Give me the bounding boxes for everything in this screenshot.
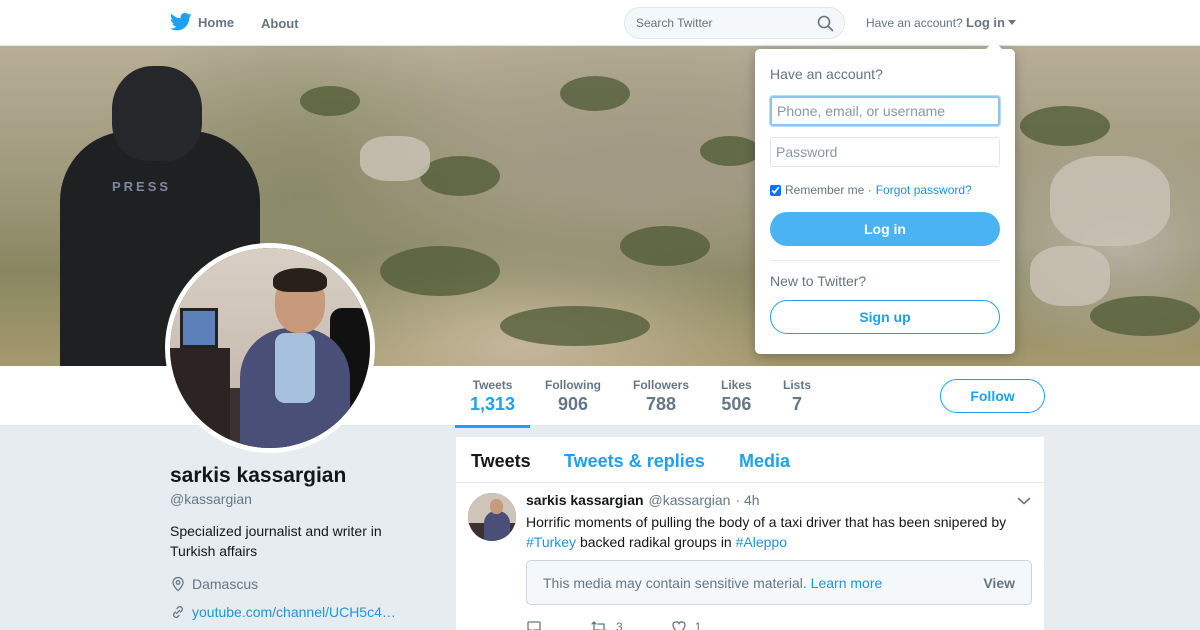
stat-label: Lists (783, 378, 812, 392)
stat-label: Followers (633, 378, 690, 392)
nav-home-link[interactable]: Home (170, 12, 234, 32)
banner-shrub (1020, 106, 1110, 146)
top-navbar: Home About Have an account? Log in (0, 0, 1200, 46)
banner-rock (1050, 156, 1170, 246)
stat-label: Following (545, 378, 601, 392)
tweet-timestamp[interactable]: · 4h (735, 492, 759, 508)
tweet-author-name[interactable]: sarkis kassargian (526, 492, 644, 508)
remember-me-checkbox[interactable] (770, 184, 781, 196)
search-box (624, 7, 845, 39)
retweet-icon (591, 621, 607, 630)
sensitive-media-message: This media may contain sensitive materia… (543, 575, 882, 591)
signup-button[interactable]: Sign up (770, 300, 1000, 334)
profile-avatar[interactable] (165, 243, 375, 453)
tweet-avatar[interactable] (468, 493, 516, 541)
retweet-count: 3 (616, 620, 623, 630)
tab-tweets-replies[interactable]: Tweets & replies (564, 451, 705, 472)
press-vest-text: PRESS (112, 179, 172, 194)
profile-bio: Specialized journalist and writer in Tur… (170, 523, 382, 559)
username-field[interactable] (770, 96, 1000, 126)
stat-following[interactable]: Following 906 (545, 378, 601, 415)
learn-more-link[interactable]: Learn more (811, 575, 883, 591)
link-icon (173, 606, 183, 618)
tweet-text-part: Horrific moments of pulling the body of … (526, 514, 1007, 530)
retweet-action[interactable]: 3 (590, 619, 623, 630)
banner-shrub (420, 156, 500, 196)
banner-soldier-helmet (112, 66, 202, 161)
profile-name[interactable]: sarkis kassargian (170, 464, 346, 488)
banner-shrub (560, 76, 630, 111)
forgot-password-link[interactable]: Forgot password? (876, 183, 972, 197)
tweet-author-handle[interactable]: @kassargian (649, 492, 731, 508)
caret-down-icon (1008, 20, 1016, 25)
nav-home-label: Home (198, 14, 235, 30)
stat-value: 506 (721, 394, 752, 414)
heart-icon (672, 621, 686, 630)
banner-rock (360, 136, 430, 181)
twitter-bird-icon (170, 12, 192, 31)
tab-media[interactable]: Media (739, 451, 790, 472)
login-button[interactable]: Log in (770, 212, 1000, 246)
tweet-text-part: backed radikal groups in (579, 534, 732, 550)
tweet-text: Horrific moments of pulling the body of … (526, 512, 1026, 552)
stat-likes[interactable]: Likes 506 (721, 378, 752, 415)
profile-url[interactable]: youtube.com/channel/UCH5c4… (170, 604, 396, 620)
dropdown-divider (770, 260, 1000, 261)
chevron-down-icon[interactable] (1017, 496, 1031, 506)
reply-action[interactable] (526, 619, 542, 630)
stat-lists[interactable]: Lists 7 (783, 378, 811, 415)
stat-value: 7 (792, 394, 803, 414)
banner-shrub (620, 226, 710, 266)
banner-shrub (300, 86, 360, 116)
stat-value: 906 (557, 394, 589, 414)
follow-button[interactable]: Follow (940, 379, 1045, 413)
nav-about-link[interactable]: About (261, 16, 299, 31)
tweet-header: sarkis kassargian @kassargian · 4h (526, 492, 760, 508)
location-pin-icon (172, 576, 184, 592)
password-field[interactable] (770, 137, 1000, 167)
profile-location: Damascus (170, 576, 258, 592)
have-account-text: Have an account? (866, 16, 963, 30)
dropdown-arrow (986, 41, 1002, 49)
banner-rock (1030, 246, 1110, 306)
login-dropdown-title: Have an account? (770, 66, 883, 82)
reply-icon (527, 621, 541, 630)
stat-tweets[interactable]: Tweets 1,313 (454, 378, 531, 428)
remember-me-label[interactable]: Remember me · (785, 183, 872, 197)
banner-shrub (500, 306, 650, 346)
like-action[interactable]: 1 (671, 619, 702, 630)
new-to-twitter-text: New to Twitter? (770, 273, 867, 289)
search-icon[interactable] (817, 15, 834, 32)
stat-followers[interactable]: Followers 788 (633, 378, 689, 415)
remember-me-row: Remember me · Forgot password? (770, 183, 972, 197)
login-toggle-label: Log in (966, 15, 1005, 30)
search-input[interactable] (636, 8, 816, 38)
login-dropdown-toggle[interactable]: Log in (966, 15, 1016, 30)
profile-url-text[interactable]: youtube.com/channel/UCH5c4… (192, 604, 396, 620)
stat-label: Likes (721, 378, 752, 392)
tab-tweets[interactable]: Tweets (471, 451, 531, 472)
stat-label: Tweets (472, 378, 513, 392)
like-count: 1 (694, 620, 702, 630)
stat-value: 788 (645, 394, 677, 414)
banner-shrub (700, 136, 760, 166)
stat-value: 1,313 (470, 394, 516, 414)
hashtag-link[interactable]: #Aleppo (736, 534, 787, 550)
banner-shrub (380, 246, 500, 296)
banner-shrub (1090, 296, 1200, 336)
tweet-actions: 3 1 (526, 619, 749, 630)
view-media-button[interactable]: View (983, 575, 1015, 591)
sensitive-media-text: This media may contain sensitive materia… (543, 575, 807, 591)
timeline-tabs: Tweets Tweets & replies Media (456, 437, 1044, 483)
hashtag-link[interactable]: #Turkey (526, 534, 576, 550)
login-dropdown: Have an account? Remember me · Forgot pa… (755, 41, 1015, 354)
timeline: Tweets Tweets & replies Media sarkis kas… (456, 437, 1044, 630)
sensitive-media-notice: This media may contain sensitive materia… (526, 560, 1032, 605)
profile-location-text: Damascus (192, 576, 259, 592)
profile-handle[interactable]: @kassargian (170, 491, 252, 507)
